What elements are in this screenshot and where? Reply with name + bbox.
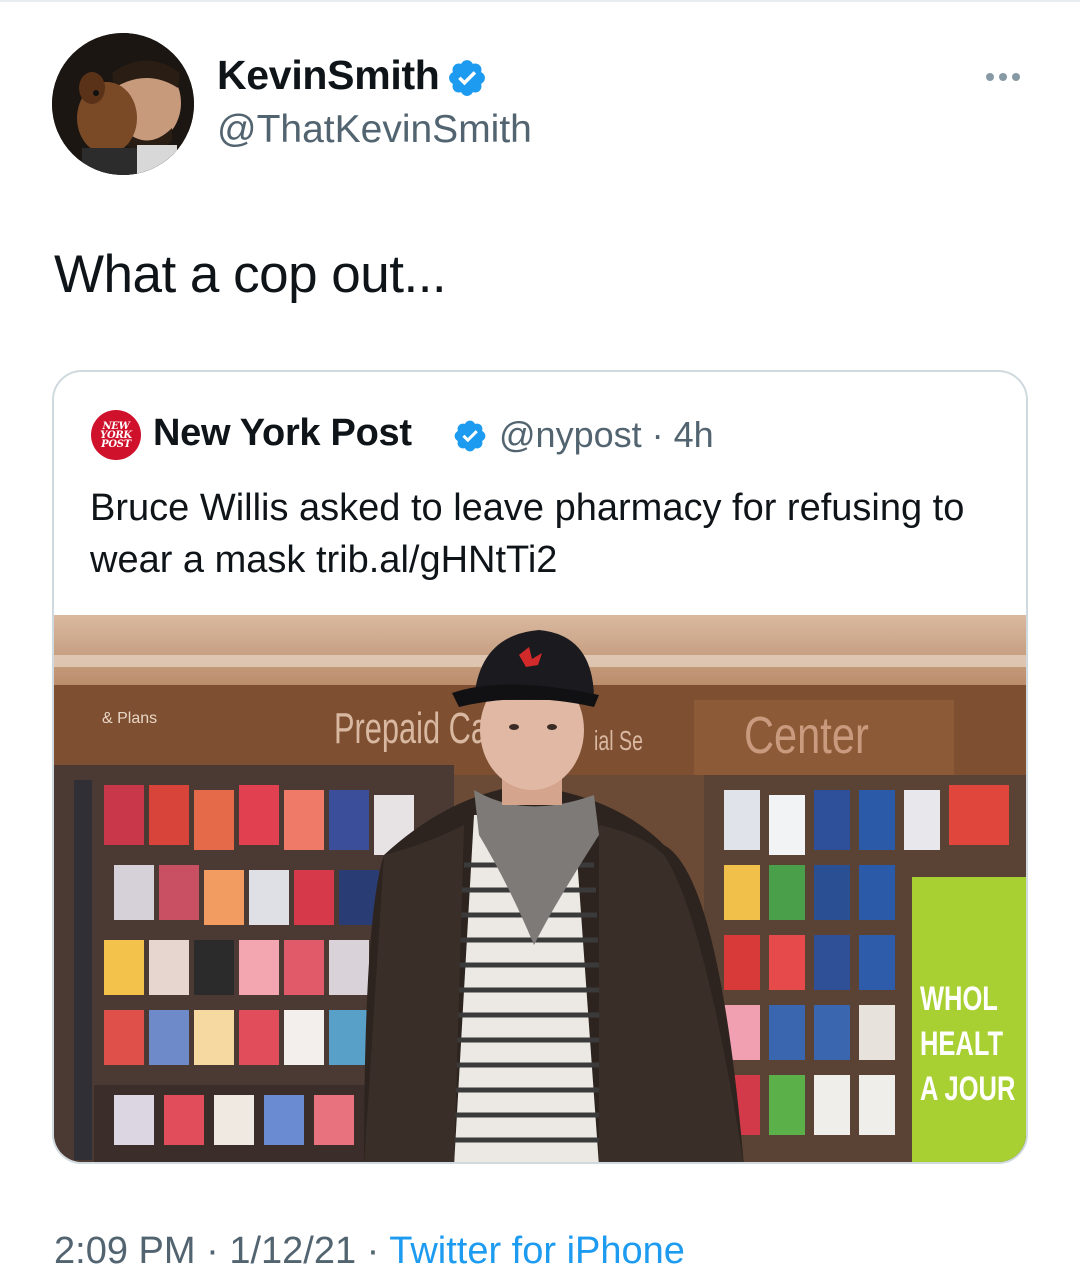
- tweet-text: What a cop out...: [54, 245, 447, 304]
- footer-separator: ·: [366, 1230, 380, 1272]
- top-divider: [0, 0, 1080, 2]
- quoted-handle-meta: @nypost · 4h: [499, 414, 714, 456]
- quoted-author-handle[interactable]: @nypost: [499, 414, 642, 455]
- author-avatar[interactable]: [52, 33, 194, 175]
- sign-panel-3: A JOUR: [920, 1071, 1016, 1108]
- verified-badge-icon: [449, 60, 485, 96]
- sign-panel-2: HEALT: [920, 1026, 1004, 1063]
- author-handle[interactable]: @ThatKevinSmith: [217, 108, 532, 152]
- sign-plans: & Plans: [102, 710, 157, 727]
- more-options-icon[interactable]: [983, 62, 1023, 92]
- meta-separator: ·: [651, 414, 664, 455]
- quoted-tweet-photo[interactable]: & Plans Prepaid Ca ial Se Center WHOL HE…: [54, 615, 1026, 1162]
- logo-line-3: POST: [101, 438, 131, 450]
- sign-panel-1: WHOL: [920, 981, 998, 1018]
- tweet-source-link[interactable]: Twitter for iPhone: [389, 1230, 685, 1272]
- author-name[interactable]: KevinSmith: [217, 52, 440, 99]
- sign-center: Center: [744, 706, 869, 765]
- tweet-date[interactable]: 1/12/21: [229, 1230, 356, 1272]
- verified-badge-icon: [454, 420, 486, 452]
- sign-special: ial Se: [594, 726, 643, 757]
- quoted-tweet-card[interactable]: NEW YORK POST New York Post @nypost · 4h…: [52, 370, 1028, 1164]
- nypost-logo[interactable]: NEW YORK POST: [91, 410, 141, 460]
- quoted-age[interactable]: 4h: [674, 414, 714, 455]
- tweet-time[interactable]: 2:09 PM: [54, 1230, 196, 1272]
- quoted-author-name[interactable]: New York Post: [153, 412, 412, 455]
- quoted-tweet-text: Bruce Willis asked to leave pharmacy for…: [90, 487, 965, 581]
- sign-prepaid: Prepaid Ca: [334, 705, 489, 754]
- footer-separator: ·: [206, 1230, 219, 1272]
- tweet-footer: 2:09 PM · 1/12/21 · Twitter for iPhone: [54, 1230, 685, 1273]
